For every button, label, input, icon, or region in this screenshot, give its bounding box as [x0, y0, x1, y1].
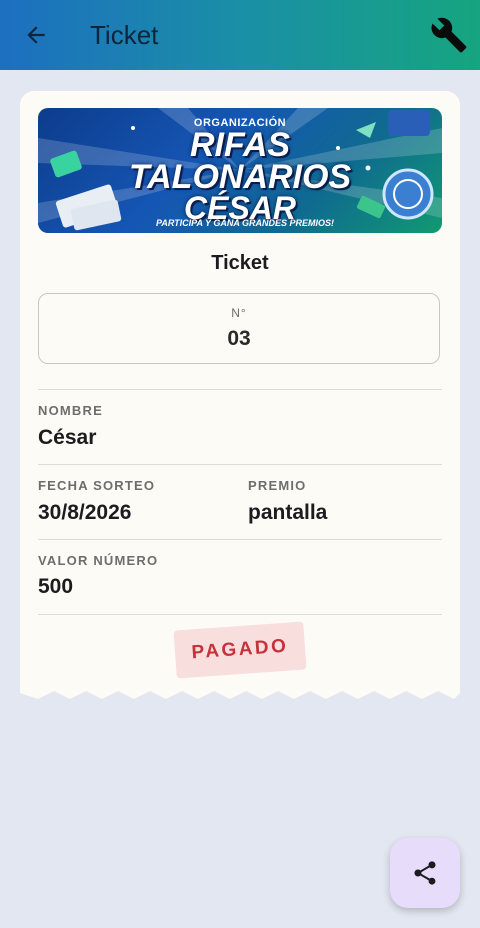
banner-tagline: PARTICIPA Y GANA GRANDES PREMIOS!	[156, 218, 335, 228]
fecha-sorteo-value: 30/8/2026	[38, 501, 132, 524]
divider	[38, 389, 442, 390]
divider	[38, 614, 442, 615]
banner-line-1: RIFAS	[189, 126, 291, 164]
banner-line-2: TALONARIOS	[128, 158, 352, 196]
nombre-value: César	[38, 426, 97, 449]
valor-numero-value: 500	[38, 575, 74, 598]
arrow-left-icon	[27, 26, 45, 44]
valor-numero-label: VALOR NÚMERO	[38, 553, 159, 568]
status-badge: PAGADO	[173, 621, 307, 679]
premio-value: pantalla	[248, 501, 328, 524]
share-button[interactable]	[390, 838, 460, 908]
wrench-icon	[431, 17, 467, 53]
ticket-number-label: N°	[231, 306, 247, 320]
back-button[interactable]	[18, 17, 54, 53]
ticket-tear-edge	[20, 689, 460, 699]
banner-image: ORGANIZACIÓN RIFAS TALONARIOS CÉSAR PART…	[38, 108, 442, 233]
premio-label: PREMIO	[248, 478, 307, 493]
divider	[38, 464, 442, 465]
status-badge-text: PAGADO	[190, 635, 290, 664]
app-bar: Ticket	[0, 0, 480, 70]
nombre-label: NOMBRE	[38, 403, 103, 418]
fecha-sorteo-label: FECHA SORTEO	[38, 478, 156, 493]
ticket-card: ORGANIZACIÓN RIFAS TALONARIOS CÉSAR PART…	[20, 91, 460, 691]
settings-button[interactable]	[426, 12, 472, 58]
share-icon	[414, 861, 436, 885]
ticket-number-box: N° 03	[38, 293, 440, 364]
divider	[38, 539, 442, 540]
ticket-heading: Ticket	[211, 252, 269, 274]
ticket-number-value: 03	[227, 327, 251, 350]
page-title: Ticket	[90, 20, 159, 50]
